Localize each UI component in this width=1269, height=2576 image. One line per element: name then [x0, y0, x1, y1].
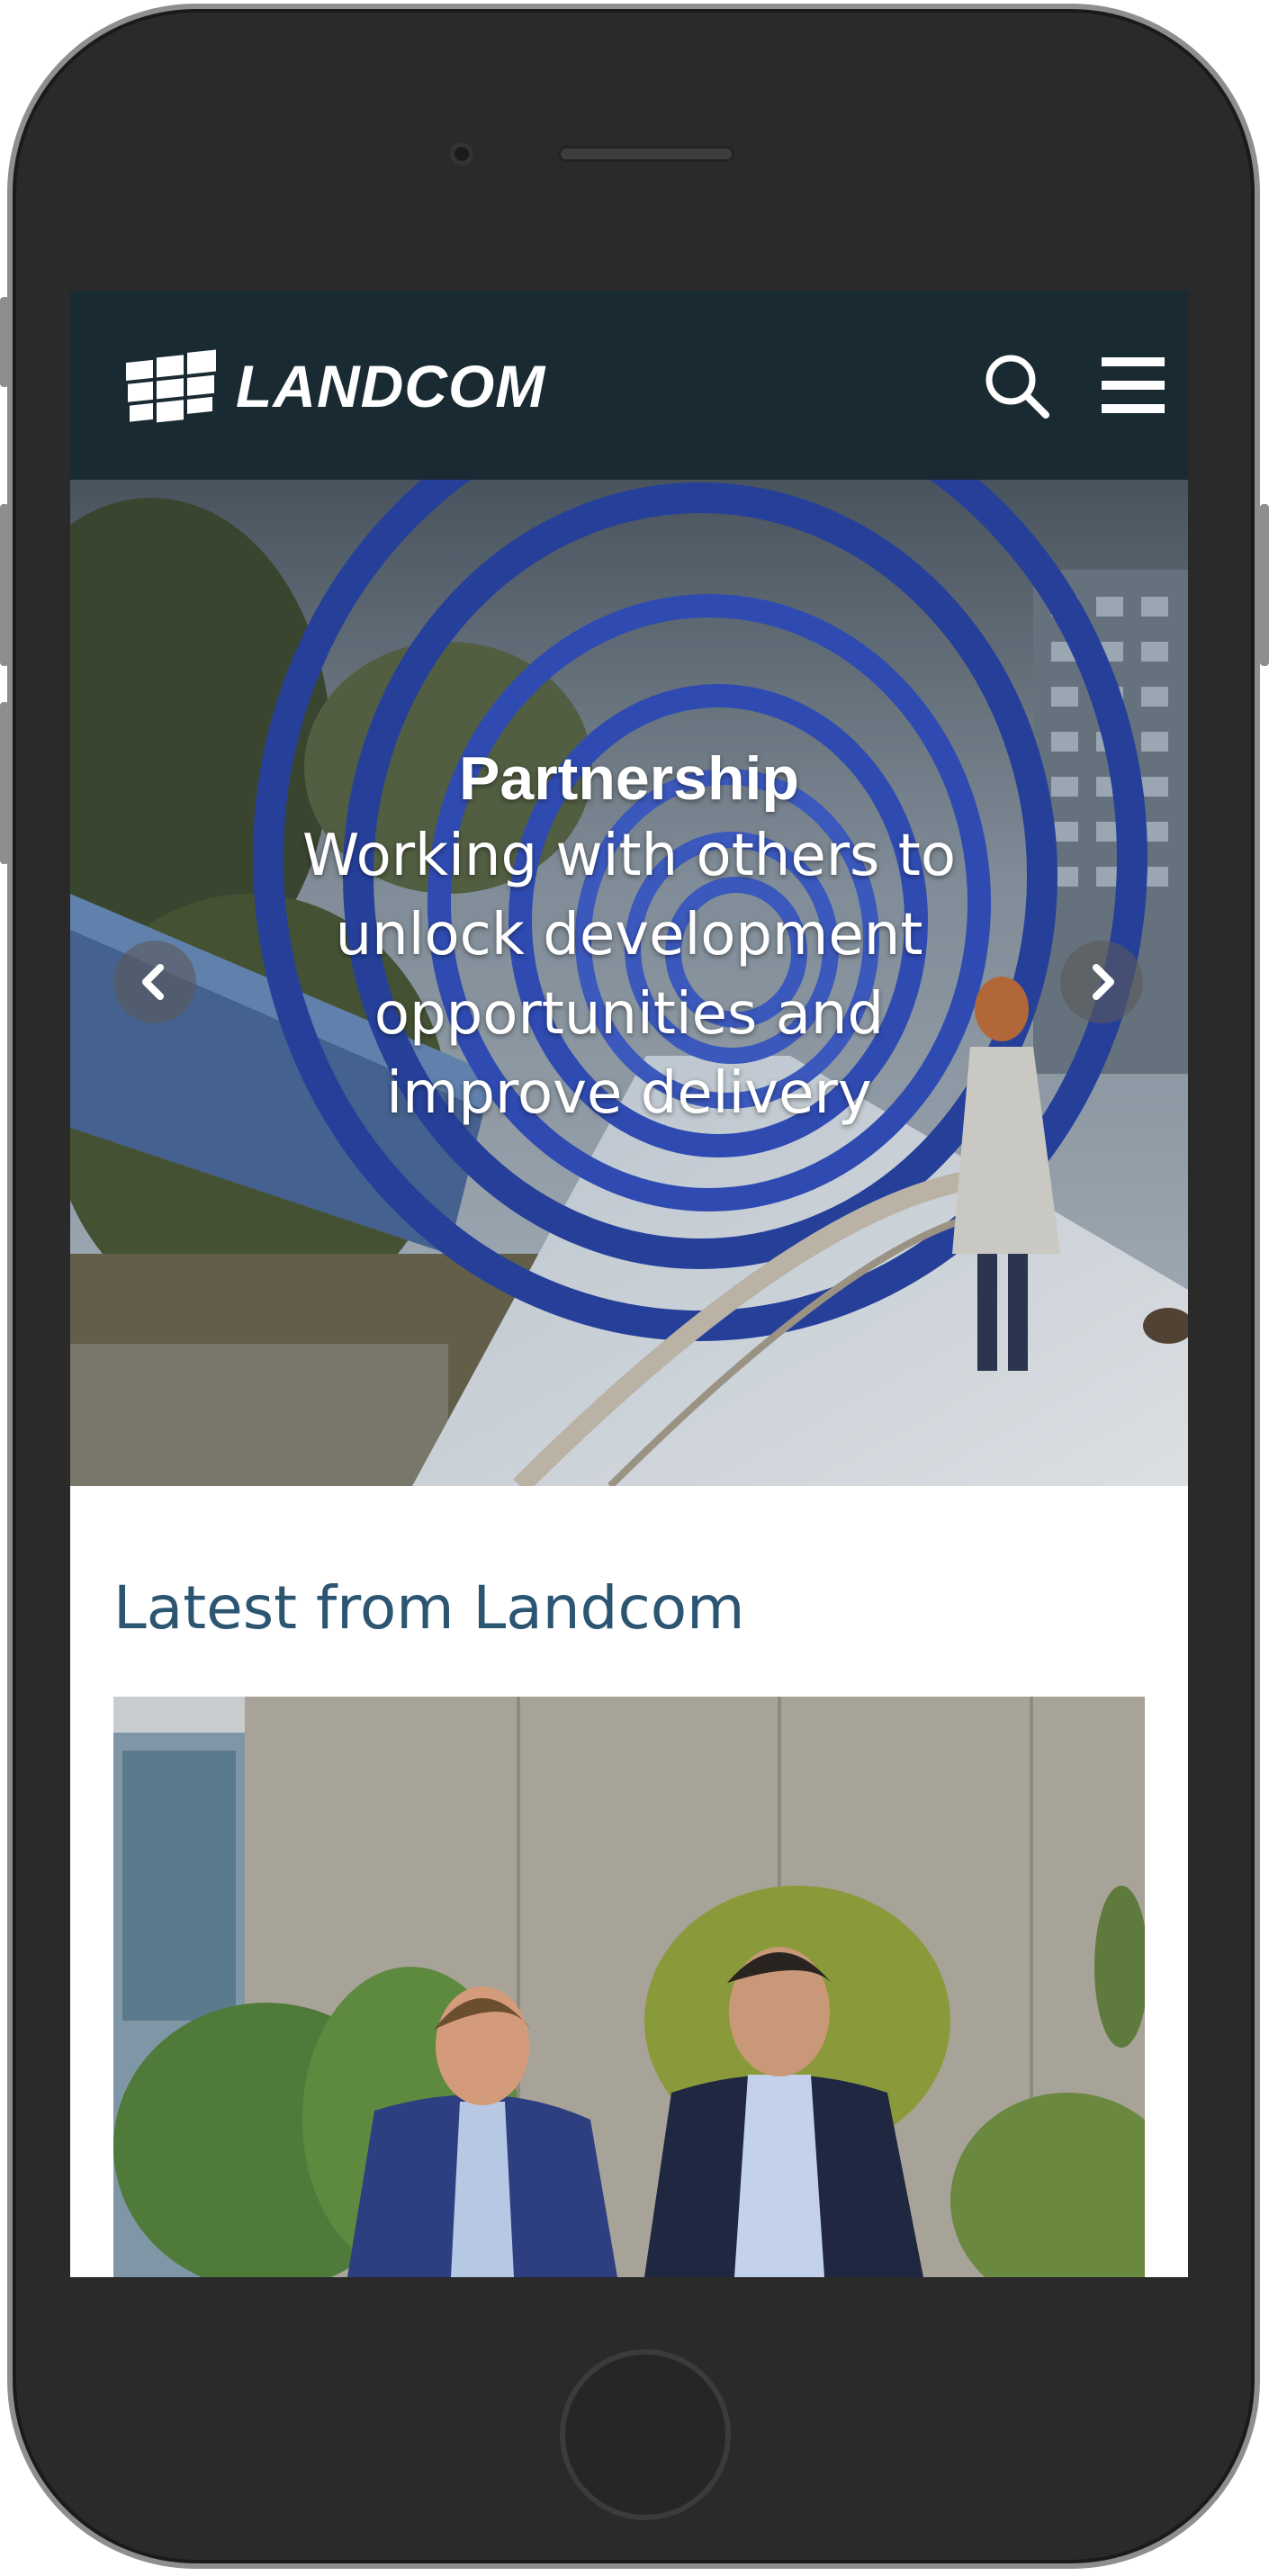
- mute-switch: [0, 297, 9, 387]
- volume-down-button: [0, 702, 9, 864]
- front-camera: [450, 142, 473, 166]
- landcom-window-logo-icon[interactable]: [126, 347, 218, 424]
- chevron-left-icon: [142, 964, 164, 1000]
- carousel-prev-button[interactable]: [113, 941, 196, 1023]
- latest-section-heading: Latest from Landcom: [113, 1573, 745, 1643]
- news-card[interactable]: [113, 1697, 1145, 2277]
- hero-carousel[interactable]: Partnership Working with others to unloc…: [70, 480, 1188, 1486]
- news-card-image: [113, 1697, 1145, 2277]
- hamburger-menu-icon[interactable]: [1102, 356, 1165, 415]
- power-button: [1260, 504, 1269, 666]
- hero-title: Partnership: [459, 744, 799, 813]
- site-header: LANDCOM: [70, 291, 1188, 480]
- earpiece-speaker: [558, 146, 734, 162]
- home-button[interactable]: [560, 2349, 731, 2520]
- chevron-right-icon: [1093, 964, 1114, 1000]
- hero-caption: Partnership Working with others to unloc…: [250, 741, 1008, 1133]
- hero-subtitle: Working with others to unlock developmen…: [302, 823, 956, 1127]
- carousel-next-button[interactable]: [1060, 941, 1143, 1023]
- search-icon[interactable]: [981, 350, 1053, 422]
- browser-viewport: LANDCOM Partnership Working with others …: [70, 291, 1188, 2277]
- logo-text[interactable]: LANDCOM: [236, 350, 545, 422]
- volume-up-button: [0, 504, 9, 666]
